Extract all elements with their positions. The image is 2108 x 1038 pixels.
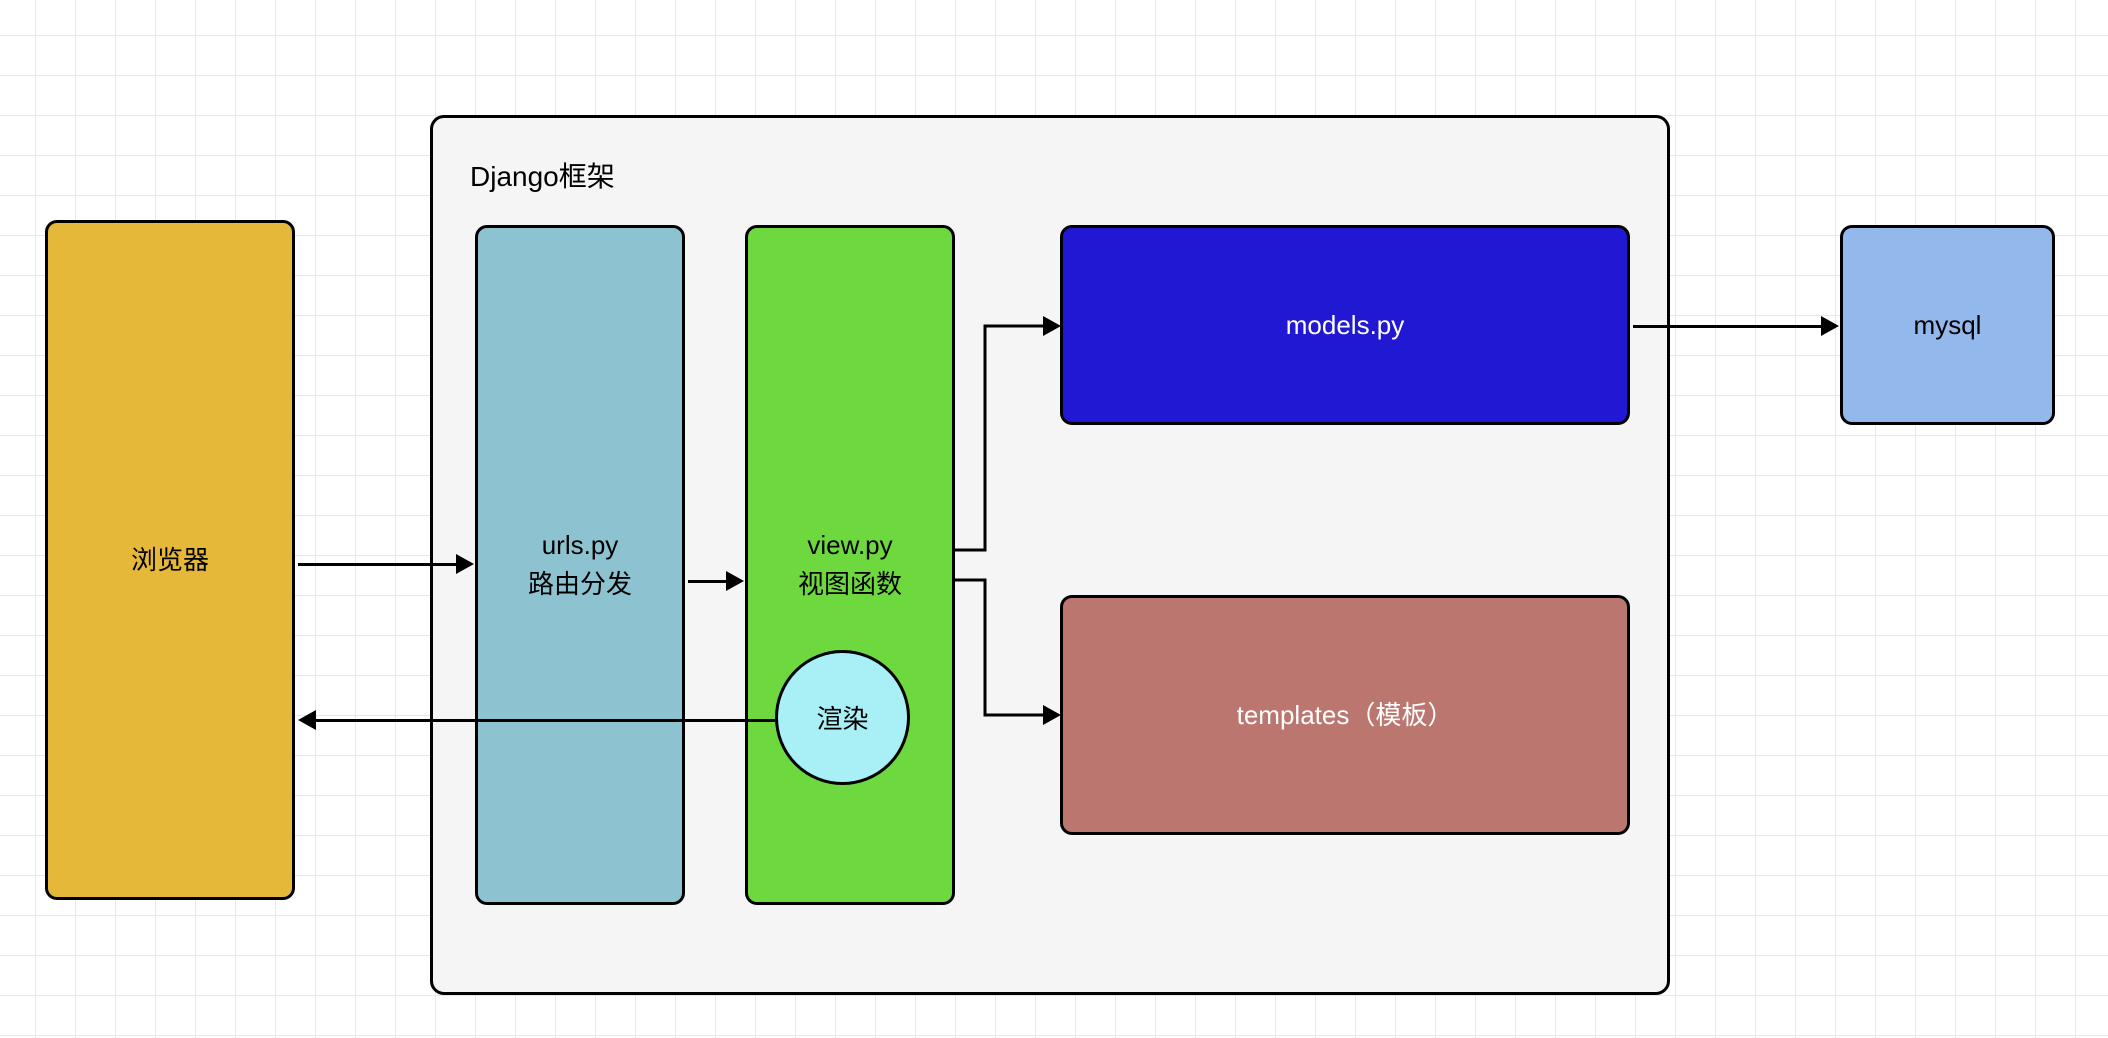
view-box: view.py 视图函数 bbox=[745, 225, 955, 905]
browser-label: 浏览器 bbox=[131, 541, 209, 580]
mysql-box: mysql bbox=[1840, 225, 2055, 425]
templates-label: templates（模板） bbox=[1237, 696, 1454, 735]
arrow-browser-to-urls-head bbox=[456, 554, 474, 574]
arrow-urls-to-view-head bbox=[726, 571, 744, 591]
arrow-render-to-browser bbox=[315, 719, 775, 722]
arrow-urls-to-view bbox=[688, 580, 728, 583]
templates-box: templates（模板） bbox=[1060, 595, 1630, 835]
arrow-browser-to-urls bbox=[298, 563, 458, 566]
arrow-models-to-mysql-head bbox=[1821, 316, 1839, 336]
models-box: models.py bbox=[1060, 225, 1630, 425]
django-container-label: Django框架 bbox=[470, 155, 615, 195]
view-label-2: 视图函数 bbox=[798, 565, 902, 604]
models-label: models.py bbox=[1286, 306, 1405, 345]
view-label-1: view.py bbox=[807, 526, 892, 565]
urls-label-1: urls.py bbox=[542, 526, 619, 565]
arrow-render-to-browser-head bbox=[298, 710, 316, 730]
browser-box: 浏览器 bbox=[45, 220, 295, 900]
urls-label-2: 路由分发 bbox=[528, 565, 632, 604]
arrow-models-to-mysql bbox=[1633, 325, 1823, 328]
render-label: 渲染 bbox=[816, 699, 868, 736]
render-circle: 渲染 bbox=[775, 650, 910, 785]
mysql-label: mysql bbox=[1914, 306, 1982, 345]
urls-box: urls.py 路由分发 bbox=[475, 225, 685, 905]
